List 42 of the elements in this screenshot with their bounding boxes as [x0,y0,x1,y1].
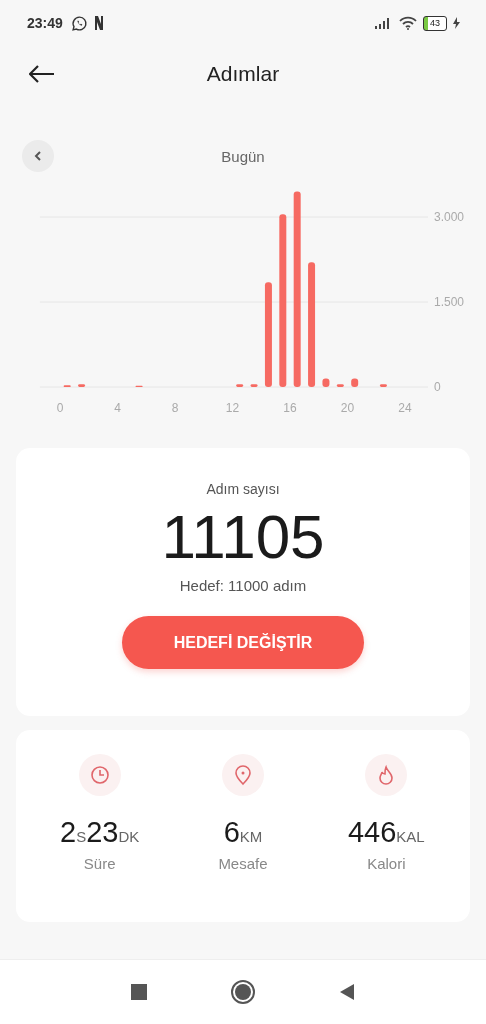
back-triangle-icon[interactable] [339,983,355,1001]
stat-label: Mesafe [218,855,268,872]
goal-text: Hedef: 11000 adım [179,577,307,594]
chat-bubble-icon [70,14,88,32]
x-axis-label: 20 [340,401,355,415]
x-axis-label: 24 [398,401,412,415]
location-pin-icon [232,764,254,786]
previous-day-button[interactable] [22,140,54,172]
x-axis-label: 0 [56,401,64,415]
steps-label: Adım sayısı [206,481,280,497]
letter-n-icon [93,15,104,31]
charging-icon [453,17,460,29]
y-axis-label: 1.500 [434,295,465,309]
wifi-icon [399,16,417,30]
page-title: Adımlar [206,62,280,86]
stat-value: 2S23DK [60,816,140,849]
day-label: Bugün [221,147,265,165]
chevron-left-icon [34,151,42,161]
stat-label: Süre [83,855,116,872]
x-axis-label: 12 [225,401,240,415]
chart-bar [351,378,359,387]
battery-indicator: 43 [423,15,447,31]
y-axis-label: 3.000 [434,210,465,224]
x-axis-label: 8 [171,401,179,415]
stat-label: Kalori [367,855,406,872]
chart-bar [236,384,244,387]
back-arrow-icon[interactable] [29,65,55,83]
stat-value: 6KM [223,816,263,849]
chart-bar [250,384,258,387]
x-axis-label: 16 [283,401,297,415]
stat-value: 446KAL [347,816,425,849]
change-goal-button[interactable]: HEDEFİ DEĞİŞTİR [122,616,364,669]
chart-bar [336,384,344,387]
x-axis-label: 4 [114,401,121,415]
chart-bar [379,384,387,387]
steps-count: 11105 [161,501,325,573]
clock-icon [88,764,111,786]
home-icon[interactable] [230,979,256,1005]
y-axis-label: 0 [434,380,441,394]
chart-bar [322,378,330,387]
chart-bar [78,384,86,387]
status-time: 23:49 [27,15,63,31]
